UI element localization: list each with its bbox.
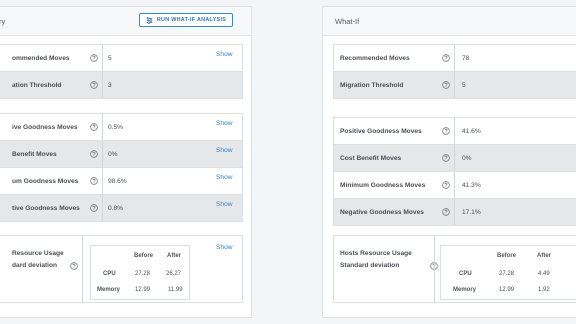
row-label: um Goodness Moves (12, 178, 79, 185)
row-label: Minimum Goodness Moves (340, 182, 426, 189)
usage-label-line1: Hosts Resource Usage (340, 250, 412, 257)
row-label: Cost Benefit Moves (340, 155, 402, 162)
question-circle-icon[interactable] (90, 177, 98, 185)
col-header-before: Before (134, 253, 154, 259)
row-value: 0% (108, 151, 118, 158)
usage-label-line2: Standard deviation (340, 262, 400, 269)
show-link[interactable]: Show (216, 51, 233, 58)
run-button-label: RUN WHAT-IF ANALYSIS (156, 17, 227, 23)
row-label: Recommended Moves (340, 55, 410, 62)
usage-table: Before After CPU 27.28 26.27 Memory 12.9… (90, 245, 190, 300)
summary-panel-header: ry RUN WHAT-IF ANALYSIS (0, 7, 251, 36)
summary-panel: ry RUN WHAT-IF ANALYSIS ommended Moves 5… (0, 6, 252, 318)
goodness-table: Positive Goodness Moves 41.6% Cost Benef… (333, 117, 576, 226)
usage-after-value: 11.99 (168, 287, 183, 293)
show-link[interactable]: Show (216, 244, 233, 251)
table-row: Minimum Goodness Moves 41.3% (334, 171, 576, 198)
row-value: 78 (462, 55, 470, 62)
usage-before-value: 27.28 (499, 271, 515, 277)
usage-before-value: 12.99 (135, 287, 151, 293)
row-label: Benefit Moves (12, 151, 57, 158)
question-circle-icon[interactable] (442, 127, 450, 135)
table-row: Cost Benefit Moves 0% (334, 144, 576, 171)
row-label: ommended Moves (12, 55, 70, 62)
question-circle-icon[interactable] (90, 123, 98, 131)
row-value: 41.3% (462, 182, 481, 189)
row-value: 98.6% (108, 178, 127, 185)
row-value: 3 (108, 82, 112, 89)
table-row: Negative Goodness Moves 17.1% (334, 198, 576, 225)
usage-label-line1: Resource Usage (12, 250, 64, 257)
table-row: ation Threshold 3 (0, 71, 242, 98)
question-circle-icon[interactable] (90, 204, 98, 212)
table-row: Recommended Moves 78 (334, 45, 576, 71)
col-header-before: Before (497, 253, 517, 259)
row-label: ive Goodness Moves (12, 124, 78, 131)
row-label: Positive Goodness Moves (340, 128, 422, 135)
row-value: 5 (108, 55, 112, 62)
usage-before-value: 27.28 (135, 271, 151, 277)
resource-usage-section: Resource Usage dard deviation Before Aft… (0, 235, 243, 303)
usage-label-line2: dard deviation (12, 262, 58, 269)
show-link[interactable]: Show (216, 201, 233, 208)
question-circle-icon[interactable] (90, 150, 98, 158)
table-row: ive Goodness Moves 0.5% Show (0, 114, 242, 140)
question-circle-icon[interactable] (70, 262, 78, 270)
question-circle-icon[interactable] (442, 181, 450, 189)
usage-row-name: Memory (97, 287, 121, 293)
usage-row-name: CPU (459, 271, 472, 277)
table-row: Benefit Moves 0% Show (0, 140, 242, 167)
panel-title: ry (0, 17, 6, 26)
show-link[interactable]: Show (216, 120, 233, 127)
table-row: um Goodness Moves 98.6% Show (0, 167, 242, 194)
show-link[interactable]: Show (216, 174, 233, 181)
usage-row-name: CPU (103, 271, 116, 277)
question-circle-icon[interactable] (90, 54, 98, 62)
usage-row-name: Memory (453, 287, 477, 293)
usage-after-value: 1.92 (538, 287, 550, 293)
question-circle-icon[interactable] (442, 154, 450, 162)
question-circle-icon[interactable] (442, 208, 450, 216)
goodness-table: ive Goodness Moves 0.5% Show Benefit Mov… (0, 113, 243, 222)
row-value: 0% (462, 155, 472, 162)
row-label: ation Threshold (12, 82, 62, 89)
col-header-after: After (167, 253, 182, 259)
resource-usage-section: Hosts Resource Usage Standard deviation … (333, 235, 576, 303)
what-if-panel: What-If Recommended Moves 78 Migration T… (322, 6, 576, 318)
row-value: 41.6% (462, 128, 481, 135)
table-row: Migration Threshold 5 (334, 71, 576, 98)
usage-after-value: 4.49 (538, 271, 550, 277)
what-if-panel-header: What-If (323, 7, 576, 36)
run-what-if-analysis-button[interactable]: RUN WHAT-IF ANALYSIS (139, 13, 233, 27)
usage-before-value: 12.99 (499, 287, 515, 293)
table-row: ommended Moves 5 Show (0, 45, 242, 71)
col-header-after: After (537, 253, 552, 259)
analysis-icon (146, 16, 153, 24)
row-label: Negative Goodness Moves (340, 209, 424, 216)
question-circle-icon[interactable] (442, 54, 450, 62)
table-row: tive Goodness Moves 0.8% Show (0, 194, 242, 221)
usage-after-value: 26.27 (166, 271, 182, 277)
row-value: 17.1% (462, 209, 481, 216)
row-value: 0.5% (108, 124, 124, 131)
question-circle-icon[interactable] (90, 81, 98, 89)
row-label: Migration Threshold (340, 82, 404, 89)
moves-table: Recommended Moves 78 Migration Threshold… (333, 44, 576, 99)
moves-table: ommended Moves 5 Show ation Threshold 3 (0, 44, 243, 99)
row-label: tive Goodness Moves (12, 205, 80, 212)
question-circle-icon[interactable] (442, 81, 450, 89)
show-link[interactable]: Show (216, 147, 233, 154)
row-value: 5 (462, 82, 466, 89)
table-row: Positive Goodness Moves 41.6% (334, 118, 576, 144)
usage-table: Before After CPU 27.28 4.49 Memory 12.99… (440, 245, 576, 300)
row-value: 0.8% (108, 205, 124, 212)
panel-title: What-If (335, 17, 360, 26)
